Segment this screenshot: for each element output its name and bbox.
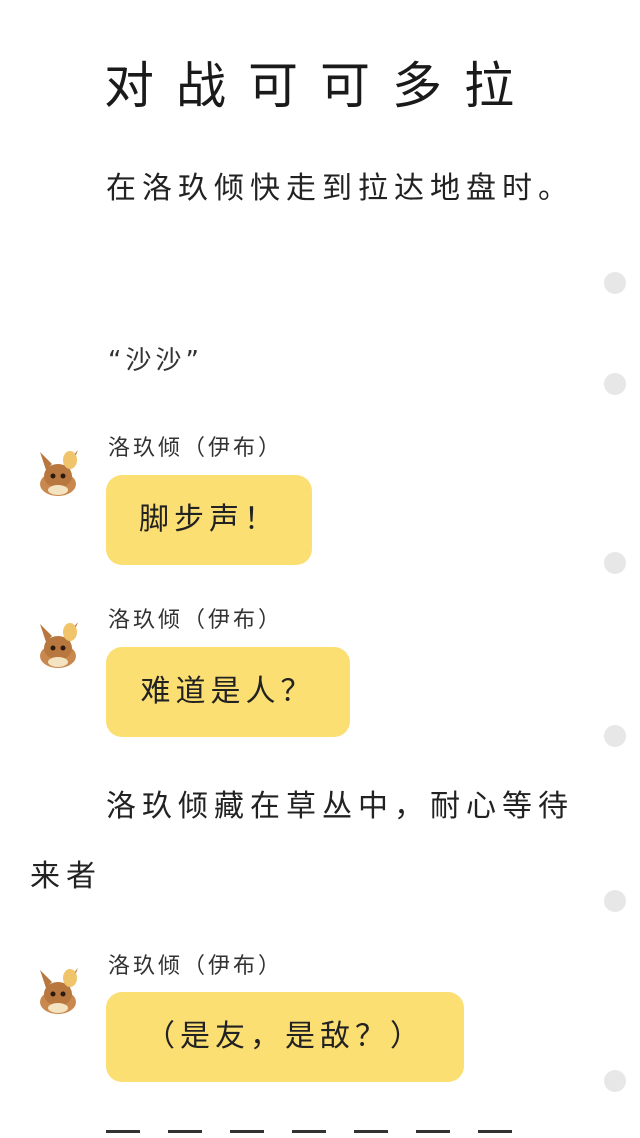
message-bubble: （是友，是敌？）: [106, 992, 464, 1082]
eevee-avatar-icon: [40, 622, 78, 668]
scroll-dot-icon[interactable]: [604, 890, 626, 912]
cut-off-text-line: [106, 1124, 546, 1138]
narration-paragraph: 洛玖倾藏在草丛中，耐心等待来者: [30, 789, 574, 894]
message-speaker: 洛玖倾（伊布）: [108, 608, 284, 633]
scroll-dot-icon[interactable]: [604, 272, 626, 294]
message-speaker: 洛玖倾（伊布）: [108, 436, 284, 461]
scroll-dot-icon[interactable]: [604, 725, 626, 747]
scroll-dot-icon[interactable]: [604, 373, 626, 395]
narration-paragraph: 在洛玖倾快走到拉达地盘时。: [106, 171, 574, 206]
story-title: 对战可可多拉: [104, 57, 536, 115]
scroll-dot-icon[interactable]: [604, 552, 626, 574]
sound-effect-text: “沙沙”: [108, 346, 203, 376]
scroll-dot-icon[interactable]: [604, 1070, 626, 1092]
message-speaker: 洛玖倾（伊布）: [108, 954, 284, 979]
eevee-avatar-icon: [40, 450, 78, 496]
message-bubble: 难道是人？: [106, 647, 350, 737]
eevee-avatar-icon: [40, 968, 78, 1014]
message-bubble: 脚步声！: [106, 475, 312, 565]
